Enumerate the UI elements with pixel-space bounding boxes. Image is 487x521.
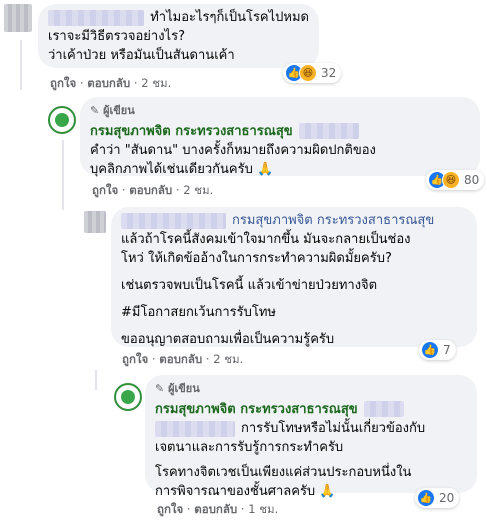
- reaction-count: 7: [443, 343, 451, 357]
- author-badge: ผู้เขียน: [103, 104, 135, 117]
- comment-actions: ถูกใจ · ตอบกลับ · 2 ชม.: [92, 183, 214, 197]
- commenter-mention[interactable]: [155, 421, 235, 437]
- author-name-extra: [363, 400, 404, 417]
- comment-text: เราจะมีวิธีตรวจอย่างไร?: [48, 29, 185, 44]
- like-icon: 👍: [417, 489, 435, 507]
- comment-text: เช่นตรวจพบเป็นโรคนี้ แล้วเข้าข่ายป่วยทาง…: [121, 278, 378, 293]
- like-link[interactable]: ถูกใจ: [122, 352, 148, 366]
- comment-text: การรับโทษหรือไม่นั้นเกี่ยวข้องกับ: [241, 421, 426, 436]
- page-avatar[interactable]: [48, 106, 76, 134]
- reaction-badge[interactable]: 👍 20: [415, 488, 460, 508]
- reaction-count: 80: [464, 173, 480, 187]
- comment-actions: ถูกใจ · ตอบกลับ · 2 ชม.: [122, 352, 244, 366]
- author-badge-icon: ✎: [155, 382, 165, 395]
- reply-link[interactable]: ตอบกลับ: [194, 502, 237, 516]
- author-badge-icon: ✎: [90, 104, 100, 117]
- like-icon: 👍: [421, 341, 439, 359]
- commenter-name[interactable]: [121, 213, 226, 229]
- timestamp[interactable]: 2 ชม.: [183, 183, 213, 197]
- timestamp[interactable]: 2 ชม.: [141, 76, 171, 90]
- timestamp[interactable]: 1 ชม.: [248, 502, 278, 516]
- comment-bubble: ✎ ผู้เขียน กรมสุขภาพจิต กระทรวงสาธารณสุข…: [145, 375, 477, 499]
- avatar[interactable]: [84, 211, 106, 233]
- comment-text: คำว่า "สันดาน" บางครั้งก็หมายถึงความผิดป…: [90, 143, 376, 158]
- comment-text: ว่าเค้าป่วย หรือมันเป็นสันดานเค้า: [48, 48, 235, 63]
- thread-line: [95, 370, 97, 390]
- reply-link[interactable]: ตอบกลับ: [87, 76, 130, 90]
- comment-text: ขออนุญาตสอบถามเพื่อเป็นความรู้ครับ: [121, 332, 335, 347]
- like-link[interactable]: ถูกใจ: [157, 502, 183, 516]
- hashtag-link[interactable]: #มีโอกาสยกเว้นการรับโทษ: [121, 303, 467, 322]
- commenter-name[interactable]: [48, 10, 145, 26]
- page-avatar[interactable]: [114, 383, 142, 411]
- comment-text: ทำไมอะไรๆก็เป็นโรคไปหมด: [150, 10, 309, 25]
- timestamp[interactable]: 2 ชม.: [213, 352, 243, 366]
- comment-actions: ถูกใจ · ตอบกลับ · 2 ชม.: [50, 76, 172, 90]
- comment-actions: ถูกใจ · ตอบกลับ · 1 ชม.: [157, 502, 279, 516]
- reaction-badge[interactable]: 👍 7: [419, 340, 456, 360]
- reaction-count: 20: [439, 491, 455, 505]
- reaction-badge[interactable]: 👍 😆 32: [283, 63, 342, 83]
- reply-link[interactable]: ตอบกลับ: [129, 183, 172, 197]
- reaction-badge[interactable]: 👍 😆 80: [426, 170, 485, 190]
- comment-text: โหว่ ให้เกิดข้ออ้างในการกระทำความผิดมั้ย…: [121, 251, 392, 266]
- comment-text: โรคทางจิตเวชเป็นเพียงแค่ส่วนประกอบหนึ่งใ…: [155, 465, 412, 480]
- thread-line: [20, 40, 22, 90]
- author-badge: ผู้เขียน: [168, 382, 200, 395]
- reply-link[interactable]: ตอบกลับ: [159, 352, 202, 366]
- author-name[interactable]: กรมสุขภาพจิต กระทรวงสาธารณสุข: [90, 120, 293, 141]
- author-name-extra: [298, 122, 359, 139]
- mention-link[interactable]: กรมสุขภาพจิต กระทรวงสาธารณสุข: [232, 211, 434, 230]
- comment-text: บุคลิกภาพได้เช่นเดียวกันครับ 🙏: [90, 162, 274, 177]
- reaction-count: 32: [321, 66, 337, 80]
- author-name[interactable]: กรมสุขภาพจิต กระทรวงสาธารณสุข: [155, 398, 358, 419]
- comment-text: แล้วถ้าโรคนี้สังคมเข้าใจมากขึ้น มันจะกลา…: [121, 232, 411, 247]
- like-link[interactable]: ถูกใจ: [92, 183, 118, 197]
- like-link[interactable]: ถูกใจ: [50, 76, 76, 90]
- avatar[interactable]: [4, 4, 32, 32]
- comment-bubble: ทำไมอะไรๆก็เป็นโรคไปหมด เราจะมีวิธีตรวจอ…: [38, 4, 319, 68]
- thread-line: [62, 140, 64, 210]
- haha-icon: 😆: [299, 64, 317, 82]
- comment-text: เจตนาและการรับรู้การกระทำครับ: [155, 440, 344, 455]
- haha-icon: 😆: [442, 171, 460, 189]
- comment-bubble: ✎ ผู้เขียน กรมสุขภาพจิต กระทรวงสาธารณสุข…: [80, 97, 480, 177]
- comment-bubble: กรมสุขภาพจิต กระทรวงสาธารณสุข แล้วถ้าโรค…: [111, 207, 477, 347]
